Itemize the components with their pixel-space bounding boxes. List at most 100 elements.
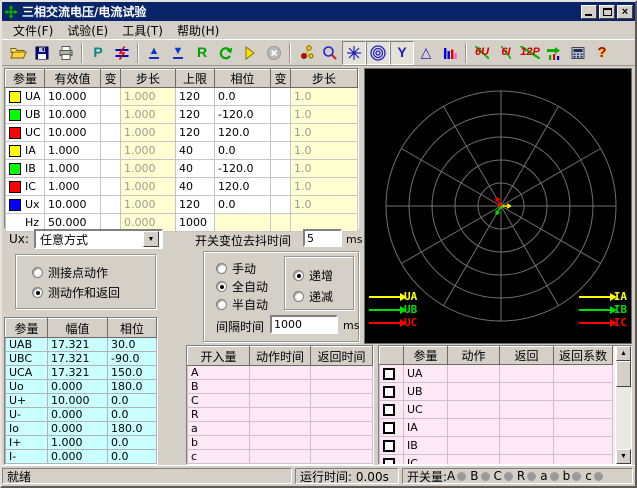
scrollbar-track[interactable] bbox=[616, 361, 631, 449]
parameter-p-button[interactable]: P bbox=[86, 41, 110, 65]
interval-input[interactable] bbox=[270, 315, 338, 334]
action-return-option[interactable]: 测动作和返回 bbox=[32, 284, 120, 301]
check-cell[interactable] bbox=[380, 455, 404, 466]
menu-test[interactable]: 试验(E) bbox=[60, 21, 115, 40]
step-cell[interactable]: 1.000 bbox=[121, 160, 176, 178]
checkbox-icon[interactable] bbox=[383, 386, 395, 398]
vary-cell[interactable] bbox=[271, 106, 291, 124]
limit-cell[interactable]: 40 bbox=[176, 178, 215, 196]
phase-cell[interactable]: 0.0 bbox=[215, 88, 271, 106]
vary-cell[interactable] bbox=[271, 124, 291, 142]
vary-cell[interactable] bbox=[101, 124, 121, 142]
rms-cell[interactable]: 1.000 bbox=[45, 178, 101, 196]
checkbox-icon[interactable] bbox=[383, 440, 395, 452]
run-button[interactable] bbox=[238, 41, 262, 65]
help-button[interactable]: ? bbox=[590, 41, 614, 65]
checkbox-icon[interactable] bbox=[383, 422, 395, 434]
manual-option[interactable]: 手动 bbox=[216, 260, 256, 277]
phase-cell[interactable]: 120.0 bbox=[215, 124, 271, 142]
title-bar[interactable]: 三相交流电压/电流试验 × bbox=[2, 2, 635, 21]
undo-button[interactable] bbox=[214, 41, 238, 65]
vary-cell[interactable] bbox=[101, 196, 121, 214]
rms-cell[interactable]: 10.000 bbox=[45, 196, 101, 214]
phase-step-cell[interactable]: 1.0 bbox=[291, 178, 358, 196]
rms-cell[interactable]: 1.000 bbox=[45, 160, 101, 178]
open-button[interactable] bbox=[6, 41, 30, 65]
radio-icon[interactable] bbox=[293, 270, 304, 281]
check-cell[interactable] bbox=[380, 383, 404, 401]
checkbox-icon[interactable] bbox=[383, 404, 395, 416]
limit-cell[interactable]: 40 bbox=[176, 142, 215, 160]
check-cell[interactable] bbox=[380, 365, 404, 383]
rings-view-button[interactable] bbox=[366, 41, 390, 65]
phase-cell[interactable]: 0.0 bbox=[215, 196, 271, 214]
ux-combobox[interactable]: 任意方式 ▼ bbox=[34, 229, 163, 249]
minimize-button[interactable] bbox=[581, 5, 597, 19]
menu-tools[interactable]: 工具(T) bbox=[115, 21, 170, 40]
limit-cell[interactable]: 40 bbox=[176, 160, 215, 178]
debounce-input[interactable] bbox=[303, 229, 342, 247]
phase-step-cell[interactable]: 1.0 bbox=[291, 106, 358, 124]
six-i-button[interactable]: 6I bbox=[494, 41, 518, 65]
calculator-button[interactable] bbox=[566, 41, 590, 65]
full-auto-option[interactable]: 全自动 bbox=[216, 278, 268, 295]
step-cell[interactable]: 1.000 bbox=[121, 178, 176, 196]
rms-cell[interactable]: 10.000 bbox=[45, 124, 101, 142]
vary-cell[interactable] bbox=[271, 196, 291, 214]
menu-file[interactable]: 文件(F) bbox=[6, 21, 60, 40]
radio-icon[interactable] bbox=[216, 263, 227, 274]
ux-combobox-dropdown-button[interactable]: ▼ bbox=[143, 231, 159, 247]
radio-icon[interactable] bbox=[293, 291, 304, 302]
twelve-p-button[interactable]: 12P bbox=[518, 41, 542, 65]
save-button[interactable] bbox=[30, 41, 54, 65]
limit-cell[interactable]: 120 bbox=[176, 106, 215, 124]
rms-cell[interactable]: 10.000 bbox=[45, 88, 101, 106]
phase-step-cell[interactable]: 1.0 bbox=[291, 196, 358, 214]
y-view-button[interactable]: Y bbox=[390, 41, 414, 65]
phasor-button[interactable] bbox=[294, 41, 318, 65]
close-button[interactable]: × bbox=[617, 5, 633, 19]
six-u-button[interactable]: 6U bbox=[470, 41, 494, 65]
result-table-scrollbar[interactable]: ▲ ▼ bbox=[615, 346, 631, 464]
power-output-button[interactable] bbox=[110, 41, 134, 65]
rays-view-button[interactable] bbox=[342, 41, 366, 65]
radio-icon[interactable] bbox=[32, 287, 43, 298]
radio-icon[interactable] bbox=[216, 299, 227, 310]
limit-cell[interactable]: 120 bbox=[176, 88, 215, 106]
vary-cell[interactable] bbox=[271, 142, 291, 160]
step-down-button[interactable]: ▼ bbox=[166, 41, 190, 65]
phase-step-cell[interactable]: 1.0 bbox=[291, 142, 358, 160]
limit-cell[interactable]: 1000 bbox=[176, 214, 215, 232]
step-cell[interactable]: 1.000 bbox=[121, 196, 176, 214]
vary-cell[interactable] bbox=[271, 88, 291, 106]
scroll-down-button[interactable]: ▼ bbox=[616, 449, 631, 464]
increase-option[interactable]: 递增 bbox=[293, 267, 333, 284]
semi-auto-option[interactable]: 半自动 bbox=[216, 296, 268, 313]
step-cell[interactable]: 1.000 bbox=[121, 124, 176, 142]
phase-cell[interactable]: 0.0 bbox=[215, 142, 271, 160]
scrollbar-thumb[interactable] bbox=[616, 361, 631, 387]
vary-cell[interactable] bbox=[101, 88, 121, 106]
maximize-button[interactable] bbox=[599, 5, 615, 19]
rms-cell[interactable]: 10.000 bbox=[45, 106, 101, 124]
vary-cell[interactable] bbox=[101, 160, 121, 178]
bars-view-button[interactable] bbox=[438, 41, 462, 65]
check-cell[interactable] bbox=[380, 419, 404, 437]
scroll-up-button[interactable]: ▲ bbox=[616, 346, 631, 361]
vary-cell[interactable] bbox=[271, 160, 291, 178]
checkbox-icon[interactable] bbox=[383, 458, 395, 465]
checkbox-icon[interactable] bbox=[383, 368, 395, 380]
menu-help[interactable]: 帮助(H) bbox=[170, 21, 226, 40]
contact-action-option[interactable]: 测接点动作 bbox=[32, 264, 108, 281]
vary-cell[interactable] bbox=[271, 178, 291, 196]
step-cell[interactable]: 1.000 bbox=[121, 106, 176, 124]
limit-cell[interactable]: 120 bbox=[176, 124, 215, 142]
vary-cell[interactable] bbox=[101, 178, 121, 196]
output-state-button[interactable] bbox=[542, 41, 566, 65]
step-cell[interactable]: 1.000 bbox=[121, 142, 176, 160]
vary-cell[interactable] bbox=[101, 142, 121, 160]
decrease-option[interactable]: 递减 bbox=[293, 288, 333, 305]
phase-step-cell[interactable]: 1.0 bbox=[291, 88, 358, 106]
reset-button[interactable]: R bbox=[190, 41, 214, 65]
phase-cell[interactable]: 120.0 bbox=[215, 178, 271, 196]
